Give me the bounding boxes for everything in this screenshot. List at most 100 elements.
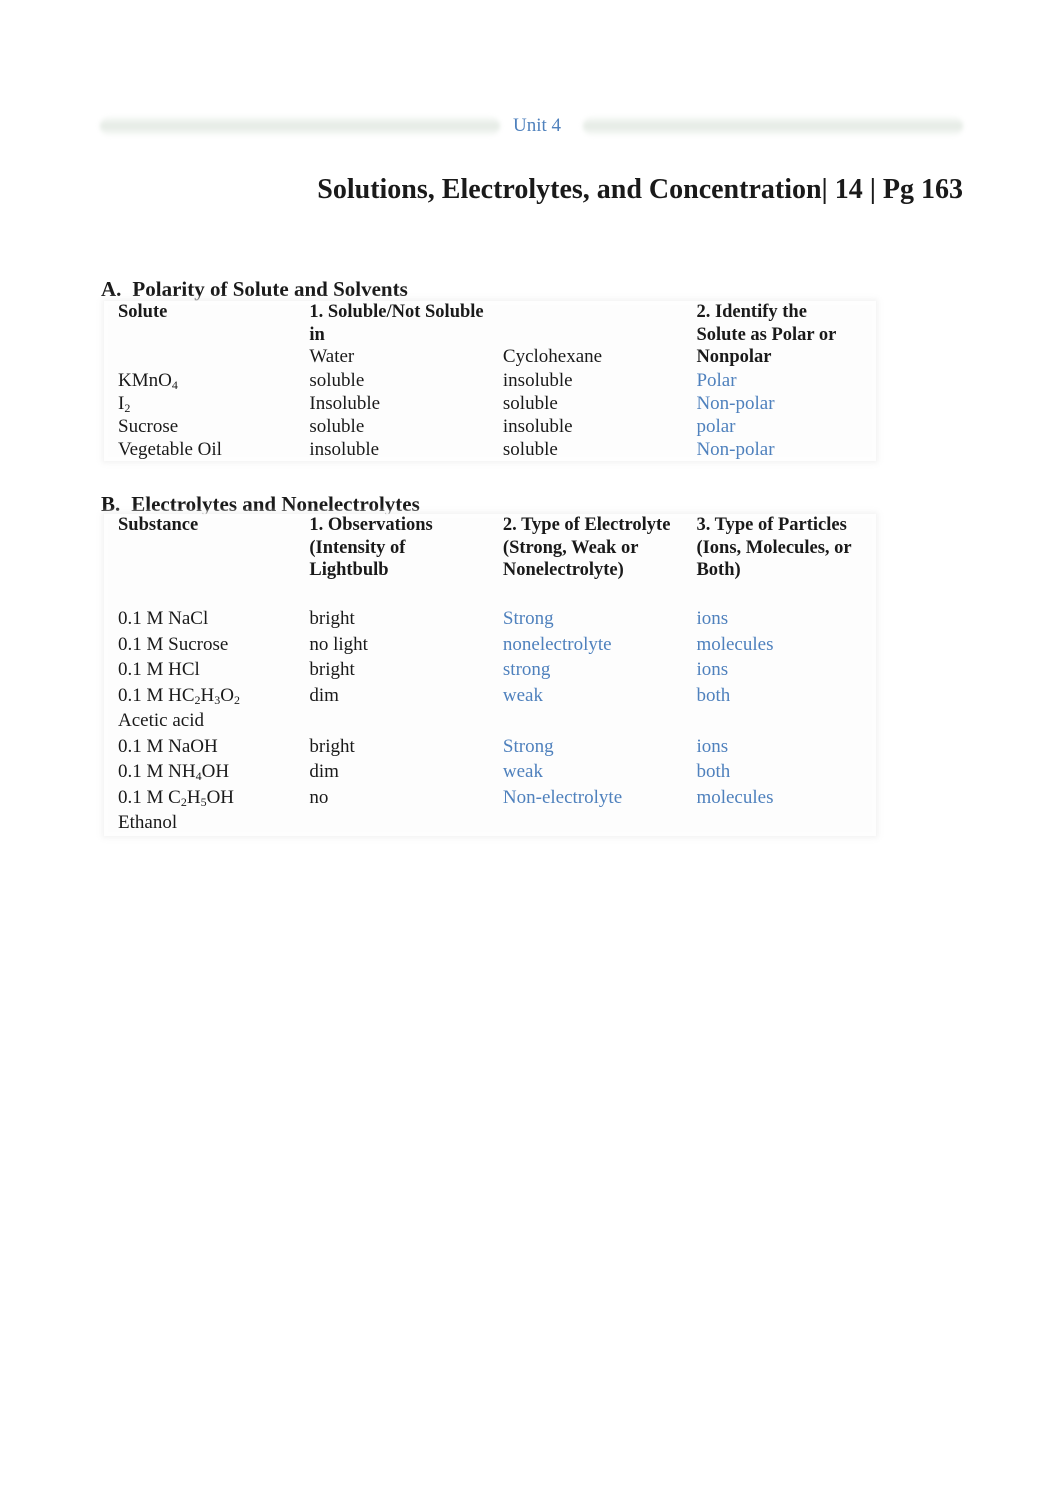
header-solute: Solute <box>104 301 296 369</box>
substance-formula: 0.1 M HCl <box>118 657 295 683</box>
observation-cell: dim <box>295 759 489 785</box>
electrolytes-table-header-row: Substance 1. Observations (Intensity of … <box>104 514 876 606</box>
substance-cell: 0.1 M C2H5OH Ethanol <box>104 784 296 836</box>
observation-cell: bright <box>295 606 489 632</box>
table-row: Sucrose soluble insoluble polar <box>104 414 876 438</box>
water-solubility-cell: Insoluble <box>295 391 489 415</box>
substance-cell: 0.1 M NaOH <box>104 733 296 760</box>
solute-cell: Vegetable Oil <box>104 437 296 461</box>
particles-answer-cell: ions <box>682 733 876 759</box>
observation-cell: no light <box>295 631 489 657</box>
substance-name: Acetic acid <box>118 710 204 731</box>
observation-cell: bright <box>295 733 489 759</box>
table-row: 0.1 M NaCl bright Strong ions <box>104 606 876 632</box>
header-divider-left <box>100 116 500 136</box>
section-a-letter: A. <box>101 277 122 301</box>
formula-subscript: 2 <box>234 692 241 707</box>
formula-text: OH <box>201 761 230 782</box>
water-solubility-cell: soluble <box>295 368 489 392</box>
solute-cell: Sucrose <box>104 414 296 438</box>
electrolyte-type-answer-cell: Strong <box>488 733 683 759</box>
substance-formula: 0.1 M NaCl <box>118 606 295 632</box>
formula-text: 0.1 M NaOH <box>118 735 218 757</box>
formula-text: 0.1 M NH <box>118 761 196 782</box>
header-soluble-label: 1. Soluble/Not Soluble in <box>309 302 484 345</box>
cyclohexane-solubility-cell: soluble <box>488 437 683 461</box>
cyclohexane-solubility-cell: soluble <box>488 391 683 415</box>
table-row: Vegetable Oil insoluble soluble Non-pola… <box>104 437 876 461</box>
header-polarity-line-2: Solute as Polar or <box>696 324 837 345</box>
polarity-answer-cell: Non-polar <box>682 437 876 461</box>
particles-answer-cell: ions <box>682 606 876 632</box>
solute-cell: KMnO4 <box>104 368 296 392</box>
electrolyte-type-answer-cell: Non-electrolyte <box>488 784 683 836</box>
formula-text: 0.1 M HC <box>118 684 195 706</box>
electrolyte-type-answer-cell: Strong <box>488 606 683 632</box>
section-a-title: Polarity of Solute and Solvents <box>132 277 408 301</box>
electrolyte-type-answer-cell: strong <box>488 657 683 683</box>
particles-answer-cell: molecules <box>682 784 876 836</box>
formula-text: O <box>220 684 235 706</box>
particles-answer-cell: molecules <box>682 631 876 657</box>
electrolytes-table: Substance 1. Observations (Intensity of … <box>104 514 876 836</box>
table-row: 0.1 M NaOH bright Strong ions <box>104 733 876 760</box>
table-row: I2 Insoluble soluble Non-polar <box>104 391 876 415</box>
polarity-answer-cell: polar <box>682 414 876 438</box>
table-row: KMnO4 soluble insoluble Polar <box>104 368 876 392</box>
formula-text: H <box>200 684 215 706</box>
polarity-table: Solute 1. Soluble/Not Soluble in Water C… <box>104 301 876 461</box>
water-solubility-cell: soluble <box>295 414 489 438</box>
formula-text: 0.1 M NaCl <box>118 608 209 629</box>
cyclohexane-solubility-cell: insoluble <box>488 368 683 392</box>
formula-text: H <box>186 786 201 808</box>
header-polarity-line-3: Nonpolar <box>696 347 772 367</box>
substance-formula: 0.1 M NH4OH <box>118 759 295 785</box>
substance-cell: 0.1 M NH4OH <box>104 759 296 785</box>
formula-text: OH <box>206 786 235 808</box>
substance-formula: 0.1 M C2H5OH <box>118 785 295 811</box>
header-observations: 1. Observations (Intensity of Lightbulb <box>295 514 489 606</box>
cyclohexane-solubility-cell: insoluble <box>488 414 683 438</box>
polarity-answer-cell: Non-polar <box>682 391 876 415</box>
unit-label: Unit 4 <box>513 115 562 136</box>
substance-cell: 0.1 M Sucrose <box>104 631 296 657</box>
particles-answer-cell: both <box>682 759 876 785</box>
header-electrolyte-type: 2. Type of Electrolyte (Strong, Weak or … <box>488 514 683 606</box>
header-polarity-line-1: 2. Identify the <box>696 302 807 322</box>
observation-cell: dim <box>295 682 489 734</box>
electrolyte-type-answer-cell: weak <box>488 682 683 734</box>
subheader-water: Water <box>309 346 355 367</box>
page-title: Solutions, Electrolytes, and Concentrati… <box>317 174 963 205</box>
header-divider-right <box>583 116 963 136</box>
substance-cell: 0.1 M HC2H3O2 Acetic acid <box>104 682 296 734</box>
substance-name: Ethanol <box>118 812 178 833</box>
table-row: 0.1 M Sucrose no light nonelectrolyte mo… <box>104 631 876 657</box>
header-polarity: 2. Identify the Solute as Polar or Nonpo… <box>682 301 876 369</box>
particles-answer-cell: ions <box>682 657 876 683</box>
table-row: 0.1 M HC2H3O2 Acetic acid dim weak both <box>104 682 876 734</box>
particles-answer-cell: both <box>682 682 876 734</box>
table-row: 0.1 M HCl bright strong ions <box>104 657 876 683</box>
header-soluble: 1. Soluble/Not Soluble in Water <box>295 301 489 369</box>
substance-formula: 0.1 M HC2H3O2 <box>118 683 295 709</box>
substance-cell: 0.1 M HCl <box>104 657 296 683</box>
water-solubility-cell: insoluble <box>295 437 489 461</box>
table-row: 0.1 M C2H5OH Ethanol no Non-electrolyte m… <box>104 784 876 836</box>
substance-cell: 0.1 M NaCl <box>104 606 296 632</box>
substance-formula: 0.1 M NaOH <box>118 734 295 760</box>
observation-cell: bright <box>295 657 489 683</box>
electrolyte-type-answer-cell: nonelectrolyte <box>488 631 683 657</box>
header-cyclohexane: Cyclohexane <box>488 301 683 369</box>
formula-text: 0.1 M Sucrose <box>118 633 229 655</box>
polarity-answer-cell: Polar <box>682 368 876 392</box>
observation-cell: no <box>295 784 489 836</box>
table-row: 0.1 M NH4OH dim weak both <box>104 759 876 785</box>
solute-cell: I2 <box>104 391 296 415</box>
formula-text: 0.1 M C <box>118 786 181 808</box>
header-particles: 3. Type of Particles (Ions, Molecules, o… <box>682 514 876 606</box>
subheader-cyclohexane: Cyclohexane <box>502 346 603 367</box>
electrolyte-type-answer-cell: weak <box>488 759 683 785</box>
header-substance: Substance <box>104 514 296 606</box>
formula-text: 0.1 M HCl <box>118 659 200 680</box>
polarity-table-header-row: Solute 1. Soluble/Not Soluble in Water C… <box>104 301 876 369</box>
